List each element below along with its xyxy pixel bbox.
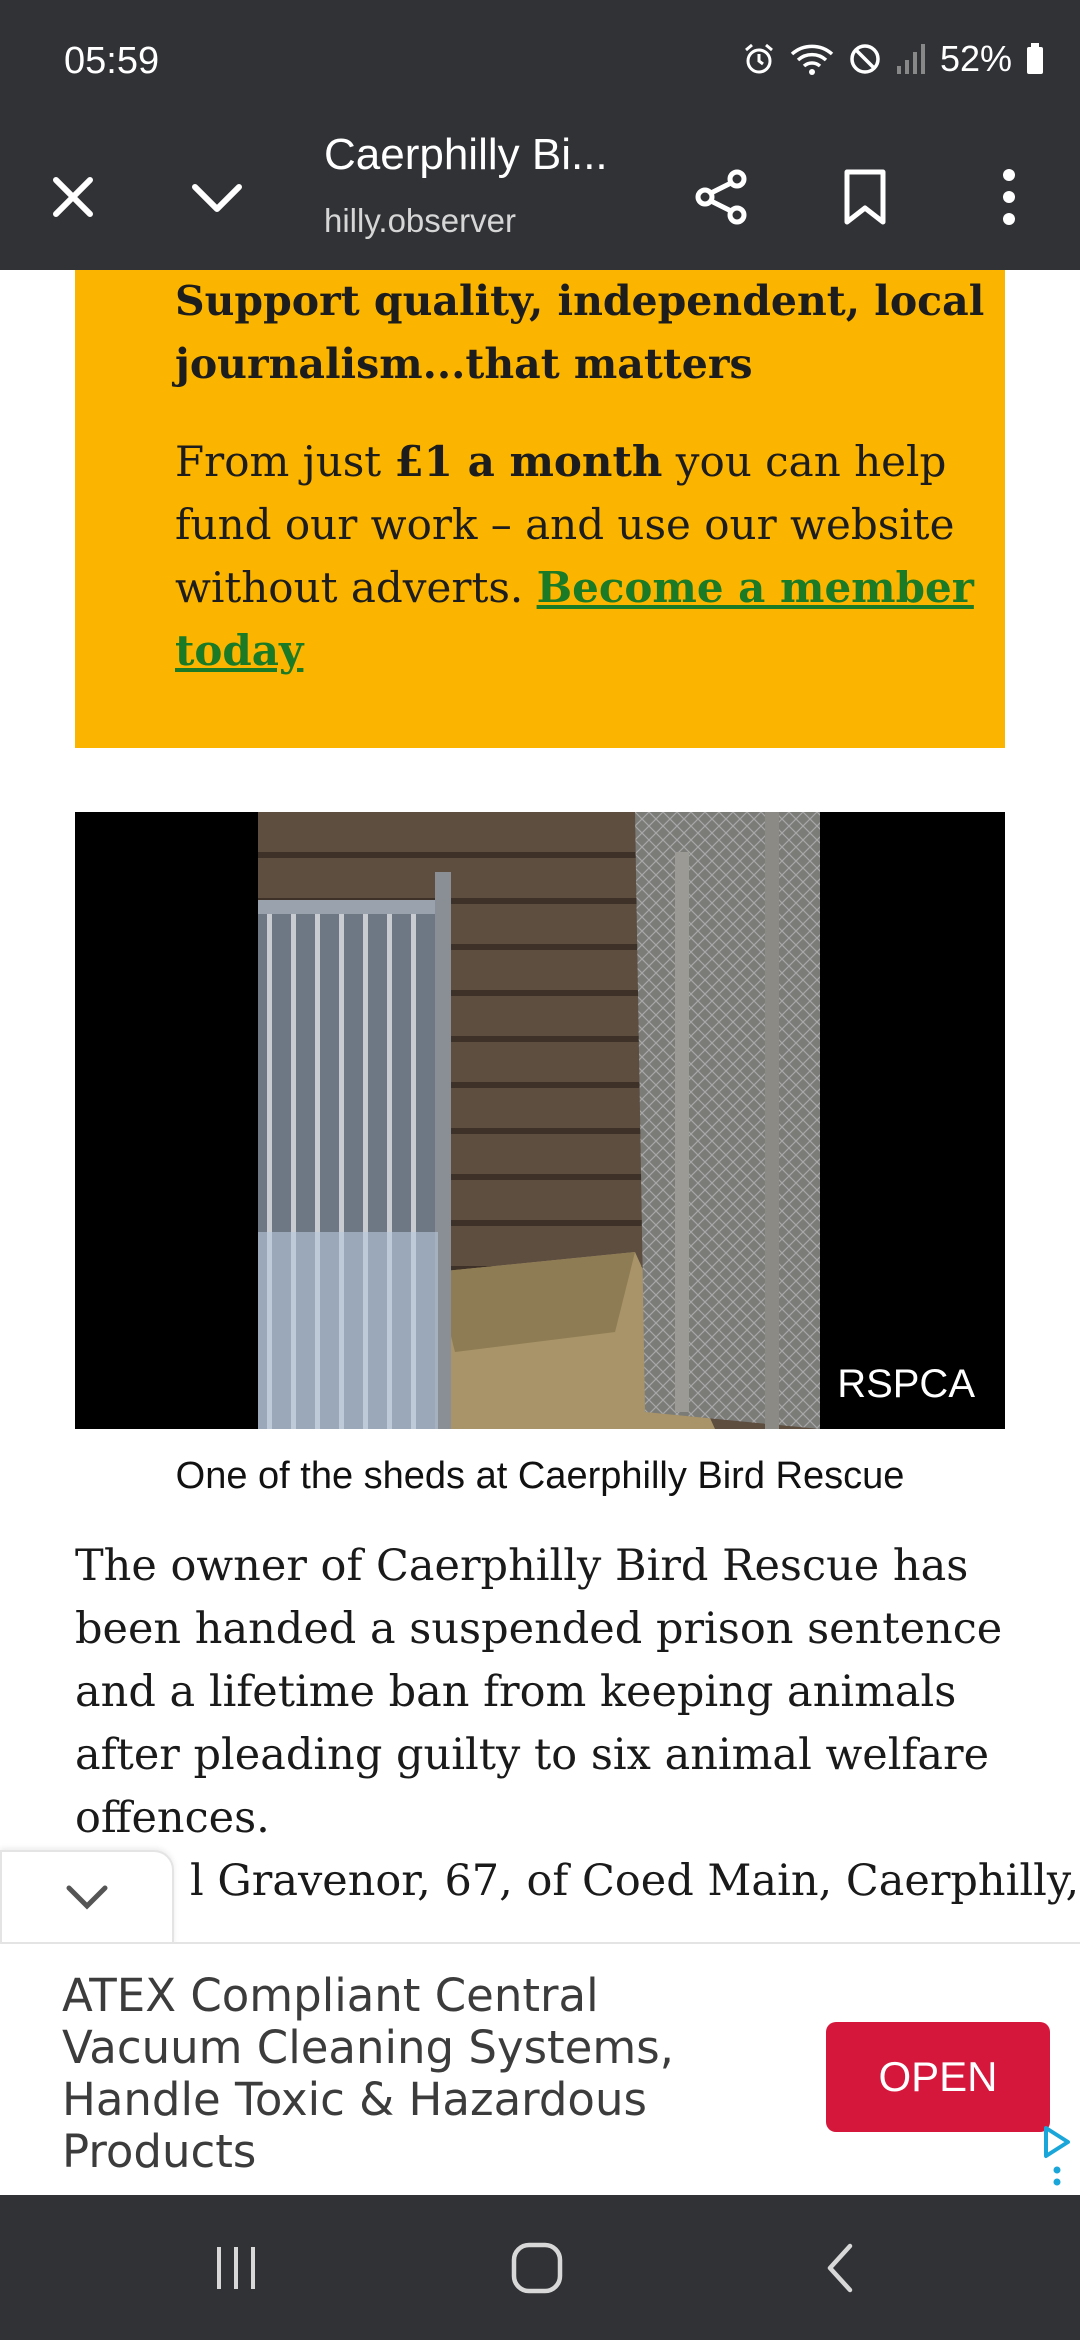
- more-options-button[interactable]: [964, 152, 1054, 242]
- chevron-down-icon: [192, 184, 242, 212]
- article-paragraph-partial: l Gravenor, 67, of Coed Main, Caerphilly…: [190, 1856, 1080, 1906]
- bookmark-button[interactable]: [820, 152, 910, 242]
- collapse-ad-button[interactable]: [0, 1850, 174, 1945]
- ad-banner[interactable]: ATEX Compliant Central Vacuum Cleaning S…: [0, 1942, 1080, 2197]
- support-price: £1 a month: [394, 437, 663, 486]
- home-button[interactable]: [487, 2225, 587, 2311]
- support-heading: Support quality, independent, local jour…: [175, 277, 985, 388]
- status-bar: 05:59 52%: [0, 0, 1080, 124]
- home-icon: [511, 2242, 563, 2294]
- status-icons: 52%: [742, 38, 1044, 80]
- status-time: 05:59: [64, 40, 160, 82]
- back-button[interactable]: [790, 2225, 890, 2311]
- recent-apps-button[interactable]: [186, 2225, 286, 2311]
- do-not-disturb-icon: [848, 42, 882, 76]
- ad-text[interactable]: ATEX Compliant Central Vacuum Cleaning S…: [62, 1970, 702, 2178]
- page-url[interactable]: hilly.observer: [324, 202, 516, 240]
- support-banner: Support quality, independent, local jour…: [75, 270, 1005, 748]
- minimize-button[interactable]: [172, 152, 262, 242]
- page-content[interactable]: Support quality, independent, local jour…: [0, 270, 1080, 1945]
- close-icon: [53, 177, 93, 217]
- battery-icon: [1026, 42, 1044, 76]
- bookmark-icon: [844, 169, 886, 225]
- battery-percent: 52%: [939, 38, 1012, 79]
- more-vertical-icon: [1003, 169, 1015, 225]
- back-icon: [827, 2243, 853, 2293]
- share-button[interactable]: [676, 152, 766, 242]
- shed-photo-image: [75, 812, 1005, 1429]
- article-photo[interactable]: RSPCA: [75, 812, 1005, 1429]
- chevron-down-icon: [66, 1885, 108, 1910]
- share-icon: [695, 169, 747, 225]
- close-tab-button[interactable]: [28, 152, 118, 242]
- photo-credit: RSPCA: [837, 1362, 975, 1406]
- article-paragraph: The owner of Caerphilly Bird Rescue has …: [75, 1541, 1003, 1843]
- wifi-icon: [790, 42, 834, 76]
- browser-toolbar: Caerphilly Bi... hilly.observer: [0, 124, 1080, 272]
- support-text-prefix: From just: [175, 437, 395, 486]
- photo-caption: One of the sheds at Caerphilly Bird Resc…: [175, 1455, 905, 1497]
- system-nav-bar: [0, 2195, 1080, 2340]
- ad-choices-icon[interactable]: [1040, 2122, 1074, 2192]
- recent-apps-icon: [217, 2247, 255, 2289]
- page-title[interactable]: Caerphilly Bi...: [324, 130, 644, 180]
- alarm-icon: [742, 42, 776, 76]
- ad-open-button[interactable]: OPEN: [826, 2022, 1050, 2132]
- support-text: From just £1 a month you can help fund o…: [175, 430, 1035, 682]
- signal-icon: [896, 42, 926, 76]
